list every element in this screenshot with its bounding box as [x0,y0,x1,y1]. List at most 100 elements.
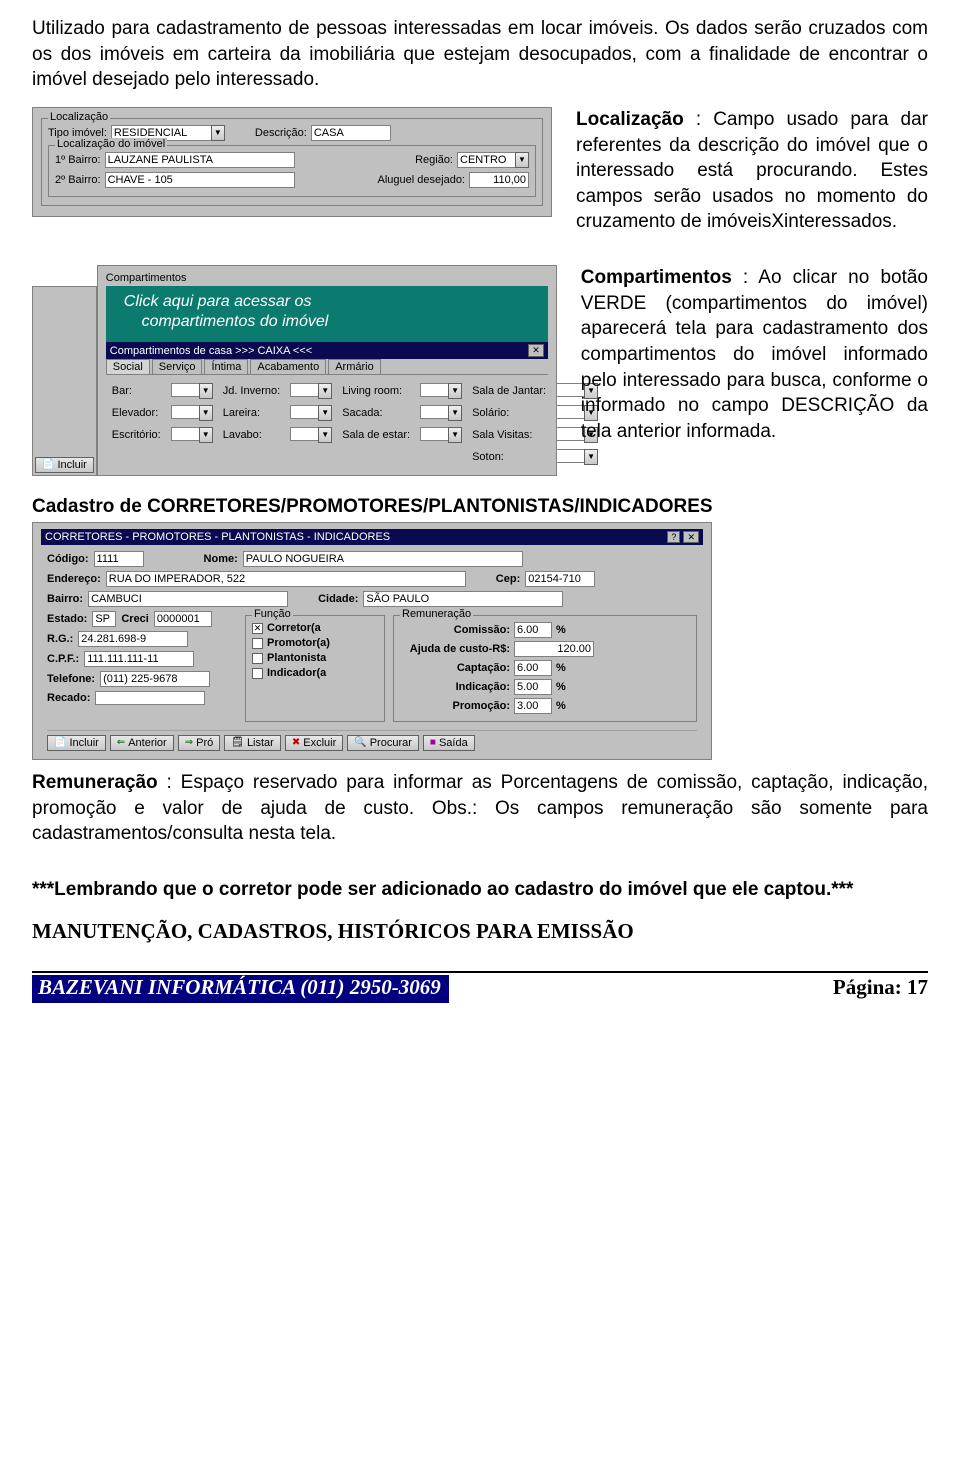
excluir-button[interactable]: ✖Excluir [285,735,343,751]
cep-label: Cep: [496,573,520,585]
chevron-down-icon[interactable]: ▼ [318,427,332,443]
captacao-input[interactable]: 6.00 [514,660,552,676]
telefone-input[interactable]: (011) 225-9678 [100,671,210,687]
checkbox[interactable] [252,668,263,679]
creci-input[interactable]: 0000001 [154,611,212,627]
chevron-down-icon[interactable]: ▼ [448,427,462,443]
estado-input[interactable]: SP [92,611,116,627]
ajuda-input[interactable]: 120.00 [514,641,594,657]
arrow-right-icon: ⇒ [185,738,193,748]
descricao-input[interactable]: CASA [311,125,391,141]
compart-input[interactable] [556,449,584,463]
compart-input[interactable] [290,427,318,441]
tab-serviço[interactable]: Serviço [152,359,203,374]
help-icon[interactable]: ? [667,531,680,543]
chevron-down-icon[interactable]: ▼ [448,405,462,421]
cidade-label: Cidade: [318,593,358,605]
saída-button[interactable]: ■Saída [423,735,475,751]
footer-company: BAZEVANI INFORMÁTICA (011) 2950-3069 [32,975,449,1003]
remuneracao-legend: Remuneração [400,608,473,620]
promocao-input[interactable]: 3.00 [514,698,552,714]
bairro-label: Bairro: [47,593,83,605]
pct-label: % [556,700,566,712]
chevron-down-icon[interactable]: ▼ [199,405,213,421]
aluguel-input[interactable]: 110,00 [469,172,529,188]
recado-label: Recado: [47,692,90,704]
chevron-down-icon[interactable]: ▼ [199,383,213,399]
compart-input[interactable] [420,405,448,419]
compart-input[interactable] [290,405,318,419]
delete-icon: ✖ [292,738,300,748]
endereco-input[interactable]: RUA DO IMPERADOR, 522 [106,571,466,587]
checkbox[interactable] [252,638,263,649]
comissao-input[interactable]: 6.00 [514,622,552,638]
bairro1-input[interactable]: LAUZANE PAULISTA [105,152,295,168]
pró-button[interactable]: ⇒Pró [178,735,221,751]
manutencao-heading: MANUTENÇÃO, CADASTROS, HISTÓRICOS PARA E… [32,917,928,945]
regiao-combo[interactable]: CENTRO ▼ [457,152,529,168]
funcao-legend: Função [252,608,293,620]
incluir-button[interactable]: 📄Incluir [47,735,106,751]
compartimentos-description: Compartimentos : Ao clicar no botão VERD… [581,265,928,444]
tab-armário[interactable]: Armário [328,359,381,374]
procurar-button[interactable]: 🔍Procurar [347,735,419,751]
bairro-input[interactable]: CAMBUCI [88,591,288,607]
tab-íntima[interactable]: Íntima [204,359,248,374]
regiao-label: Região: [415,154,453,166]
compart-label: Living room: [338,381,414,401]
compart-label: Lareira: [219,403,284,423]
bairro1-label: 1º Bairro: [55,154,101,166]
chevron-down-icon[interactable]: ▼ [318,383,332,399]
codigo-input[interactable]: 1111 [94,551,144,567]
lembrando-para: ***Lembrando que o corretor pode ser adi… [32,877,928,903]
compart-input[interactable] [171,427,199,441]
incluir-button[interactable]: 📄 Incluir [35,457,94,473]
nome-input[interactable]: PAULO NOGUEIRA [243,551,523,567]
cep-input[interactable]: 02154-710 [525,571,595,587]
funcao-option: Plantonista [267,652,326,664]
promocao-label: Promoção: [400,700,510,712]
funcao-option: Promotor(a) [267,637,330,649]
descricao-label: Descrição: [255,127,307,139]
close-icon[interactable]: ✕ [528,344,544,357]
chevron-down-icon[interactable]: ▼ [318,405,332,421]
compartimentos-label: Compartimentos [106,272,548,284]
bairro2-input[interactable]: CHAVE - 105 [105,172,295,188]
telefone-label: Telefone: [47,673,95,685]
compart-label: Sala Visitas: [468,425,550,445]
chevron-down-icon[interactable]: ▼ [448,383,462,399]
rg-input[interactable]: 24.281.698-9 [78,631,188,647]
checkbox[interactable] [252,653,263,664]
listar-button[interactable]: 🗒Listar [224,735,281,751]
anterior-button[interactable]: ⇐Anterior [110,735,174,751]
group-legend-loc-imovel: Localização do imóvel [55,138,167,150]
pct-label: % [556,624,566,636]
close-icon[interactable]: ✕ [683,531,699,543]
funcao-option: Corretor(a [267,622,321,634]
cidade-input[interactable]: SÃO PAULO [363,591,563,607]
compart-input[interactable] [171,383,199,397]
tab-social[interactable]: Social [106,359,150,374]
chevron-down-icon[interactable]: ▼ [199,427,213,443]
compart-label: Soton: [468,447,550,467]
compart-input[interactable] [290,383,318,397]
recado-input[interactable] [95,691,205,705]
compart-input[interactable] [420,427,448,441]
nome-label: Nome: [204,553,238,565]
checkbox[interactable]: ✕ [252,623,263,634]
pct-label: % [556,681,566,693]
tab-acabamento[interactable]: Acabamento [250,359,326,374]
pct-label: % [556,662,566,674]
compart-input[interactable] [420,383,448,397]
access-compartimentos-button[interactable]: Click aqui para acessar os compartimento… [106,286,548,342]
indicacao-input[interactable]: 5.00 [514,679,552,695]
bairro2-label: 2º Bairro: [55,174,101,186]
estado-label: Estado: [47,613,87,625]
chevron-down-icon[interactable]: ▼ [584,449,598,465]
compart-label: Jd. Inverno: [219,381,284,401]
localizacao-description: Localização : Campo usado para dar refer… [576,107,928,235]
cpf-input[interactable]: 111.111.111-11 [84,651,194,667]
compart-input[interactable] [171,405,199,419]
chevron-down-icon[interactable]: ▼ [515,152,529,168]
chevron-down-icon[interactable]: ▼ [211,125,225,141]
